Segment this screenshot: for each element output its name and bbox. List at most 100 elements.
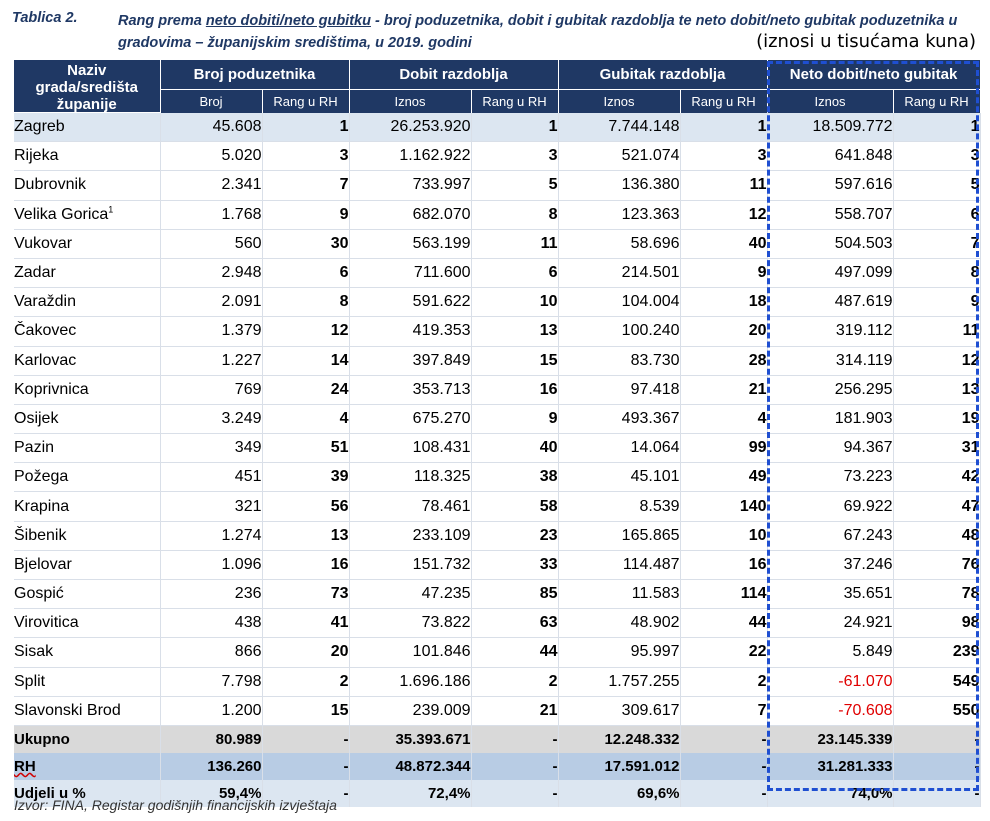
- gubitak-rank: 7: [680, 696, 768, 726]
- broj-value: 45.608: [160, 112, 263, 143]
- broj-rank: 3: [262, 141, 350, 172]
- broj-value: 321: [160, 491, 263, 522]
- dobit-rank: 9: [471, 404, 559, 435]
- neto-rank: 6: [893, 200, 981, 230]
- subheader: Iznos: [558, 89, 681, 113]
- gubitak-value: 83.730: [558, 346, 681, 376]
- dobit-rank: 58: [471, 491, 559, 522]
- dobit-rank: 1: [471, 112, 559, 143]
- table-summary: Ukupno 80.989-35.393.671-12.248.332-23.14…: [14, 725, 981, 807]
- city-name: Zadar: [14, 258, 161, 289]
- table-body: Zagreb 45.608 1 26.253.920 1 7.744.148 1 18.509…: [14, 112, 981, 726]
- dobit-value: 1.162.922: [349, 141, 472, 172]
- gubitak-value: 8.539: [558, 491, 681, 522]
- dobit-value: 733.997: [349, 170, 472, 201]
- summary-label: RH: [14, 752, 161, 780]
- dobit-rank: 11: [471, 229, 559, 259]
- neto-rank: 47: [893, 491, 981, 522]
- gubitak-value: 11.583: [558, 579, 681, 610]
- gubitak-value: 165.865: [558, 521, 681, 551]
- rank-dash: -: [471, 779, 559, 807]
- neto-rank: 1: [893, 112, 981, 143]
- neto-value: 256.295: [767, 375, 894, 405]
- gubitak-value: 100.240: [558, 316, 681, 347]
- dobit-value: 682.070: [349, 200, 472, 230]
- broj-value: 2.341: [160, 170, 263, 201]
- broj-rank: 6: [262, 258, 350, 289]
- dobit-rank: 5: [471, 170, 559, 201]
- table-row: Slavonski Brod 1.200 15 239.009 21 309.617 7 -7…: [14, 696, 981, 726]
- column-header-city: Naziv grada/središta županije: [14, 60, 161, 113]
- dobit-value: 239.009: [349, 696, 472, 726]
- gubitak-rank: 16: [680, 550, 768, 581]
- broj-value: 866: [160, 637, 263, 668]
- broj-rank: 8: [262, 287, 350, 318]
- dobit-rank: 85: [471, 579, 559, 610]
- broj-total: 80.989: [160, 725, 263, 753]
- dobit-rank: 44: [471, 637, 559, 668]
- dobit-rank: 13: [471, 316, 559, 347]
- broj-value: 349: [160, 433, 263, 464]
- city-name: Požega: [14, 462, 161, 493]
- neto-value: 18.509.772: [767, 112, 894, 143]
- gubitak-value: 114.487: [558, 550, 681, 581]
- neto-value: 67.243: [767, 521, 894, 551]
- gubitak-value: 58.696: [558, 229, 681, 259]
- dobit-total: 72,4%: [349, 779, 472, 807]
- gubitak-rank: 44: [680, 608, 768, 639]
- table-row: Rijeka 5.020 3 1.162.922 3 521.074 3 641.848 3: [14, 141, 981, 172]
- gubitak-rank: 4: [680, 404, 768, 435]
- table-row: Zadar 2.948 6 711.600 6 214.501 9 497.099 8: [14, 258, 981, 289]
- broj-value: 1.274: [160, 521, 263, 551]
- rank-dash: -: [262, 725, 350, 753]
- dobit-rank: 10: [471, 287, 559, 318]
- dobit-rank: 15: [471, 346, 559, 376]
- city-name: Karlovac: [14, 346, 161, 376]
- broj-rank: 24: [262, 375, 350, 405]
- neto-value: 5.849: [767, 637, 894, 668]
- gubitak-total: 69,6%: [558, 779, 681, 807]
- broj-value: 7.798: [160, 667, 263, 697]
- rank-dash: -: [893, 779, 981, 807]
- neto-total: 23.145.339: [767, 725, 894, 753]
- title-underlined: neto dobiti/neto gubitku: [205, 13, 371, 29]
- subheader: Rang u RH: [680, 89, 768, 113]
- city-name: Krapina: [14, 491, 161, 522]
- rank-dash: -: [680, 752, 768, 780]
- neto-value: 558.707: [767, 200, 894, 230]
- city-name: Čakovec: [14, 316, 161, 347]
- gubitak-rank: 12: [680, 200, 768, 230]
- table-row: Split 7.798 2 1.696.186 2 1.757.255 2 -61.070 54…: [14, 667, 981, 697]
- gubitak-value: 97.418: [558, 375, 681, 405]
- broj-rank: 56: [262, 491, 350, 522]
- neto-rank: 9: [893, 287, 981, 318]
- dobit-rank: 21: [471, 696, 559, 726]
- source-note: Izvor: FINA, Registar godišnjih financij…: [14, 797, 337, 813]
- gubitak-value: 7.744.148: [558, 112, 681, 143]
- table-row: Gospić 236 73 47.235 85 11.583 114 35.651 78: [14, 579, 981, 610]
- neto-rank: 48: [893, 521, 981, 551]
- dobit-rank: 23: [471, 521, 559, 551]
- broj-rank: 30: [262, 229, 350, 259]
- gubitak-rank: 10: [680, 521, 768, 551]
- neto-value: -61.070: [767, 667, 894, 697]
- dobit-rank: 6: [471, 258, 559, 289]
- neto-rank: 19: [893, 404, 981, 435]
- city-name: Osijek: [14, 404, 161, 435]
- neto-value: 314.119: [767, 346, 894, 376]
- neto-rank: 239: [893, 637, 981, 668]
- rank-dash: -: [893, 752, 981, 780]
- neto-value: 181.903: [767, 404, 894, 435]
- footnote-marker: 1: [108, 204, 114, 215]
- city-name: Pazin: [14, 433, 161, 464]
- broj-value: 1.096: [160, 550, 263, 581]
- gubitak-rank: 140: [680, 491, 768, 522]
- rank-dash: -: [471, 752, 559, 780]
- dobit-rank: 63: [471, 608, 559, 639]
- neto-value: 94.367: [767, 433, 894, 464]
- neto-rank: 550: [893, 696, 981, 726]
- city-name: Koprivnica: [14, 375, 161, 405]
- gubitak-rank: 49: [680, 462, 768, 493]
- gubitak-value: 14.064: [558, 433, 681, 464]
- gubitak-value: 123.363: [558, 200, 681, 230]
